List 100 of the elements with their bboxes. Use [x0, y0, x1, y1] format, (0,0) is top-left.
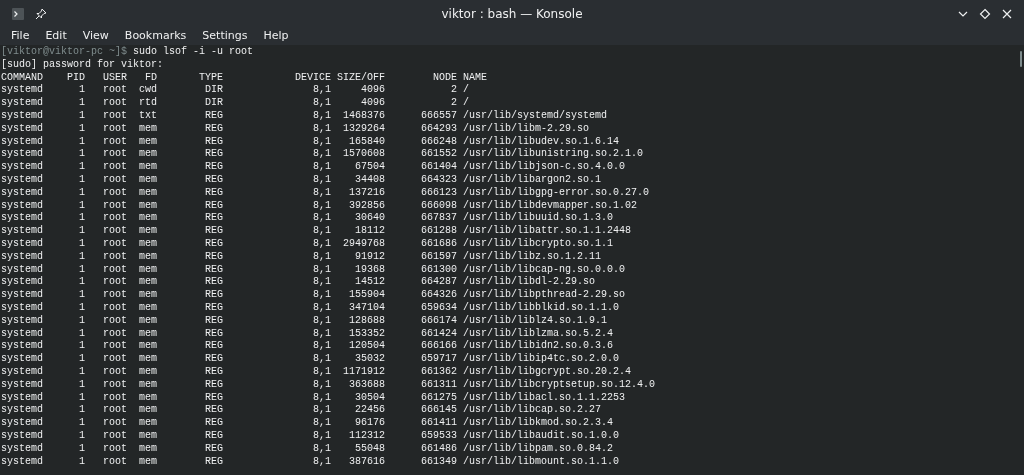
output-cell: REG — [205, 250, 223, 264]
output-cell: 1 — [79, 122, 85, 136]
output-cell: REG — [205, 225, 223, 238]
output-cell-text: systemd — [1, 391, 43, 404]
output-cell: mem — [139, 186, 157, 200]
output-cell: mem — [139, 353, 157, 366]
output-cell: 1 — [79, 212, 85, 226]
output-cell: 1 — [79, 199, 85, 213]
output-cell: 1 — [79, 289, 85, 302]
output-cell: 1 — [79, 429, 85, 443]
output-cell-text: /usr/lib/libgpg-error.so.0.27.0 — [462, 186, 650, 200]
output-cell: 1 — [79, 301, 85, 315]
output-cell: root — [103, 276, 127, 290]
output-cell: 8,1 — [313, 353, 331, 366]
output-cell: 659717 — [421, 353, 457, 366]
output-cell: 8,1 — [313, 391, 331, 405]
output-cell: 8,1 — [313, 225, 331, 238]
output-cell: mem — [139, 327, 157, 341]
output-cell: 8,1 — [313, 429, 331, 443]
output-cell: 35032 — [355, 353, 385, 366]
menu-item[interactable]: Edit — [37, 28, 75, 43]
output-cell: root — [103, 404, 127, 418]
output-cell: mem — [139, 250, 157, 264]
output-cell: systemd — [1, 429, 43, 443]
output-cell: 8,1 — [313, 314, 331, 328]
output-cell: mem — [139, 135, 157, 149]
output-cell: root — [103, 237, 127, 251]
output-cell: 8,1 — [313, 301, 331, 315]
output-cell: root — [103, 225, 127, 238]
output-cell-text: systemd — [1, 84, 43, 97]
column-header: PID — [67, 71, 85, 85]
output-cell: REG — [205, 161, 223, 174]
output-cell: 1 — [79, 417, 85, 430]
output-cell: 661288 — [421, 225, 457, 238]
output-cell: 128688 — [349, 314, 385, 328]
output-cell: 165840 — [349, 135, 385, 149]
output-cell: root — [103, 442, 127, 456]
output-cell: 8,1 — [313, 263, 331, 277]
output-cell: REG — [205, 391, 223, 405]
output-cell: mem — [139, 199, 157, 213]
output-cell: rtd — [139, 97, 157, 110]
output-cell: 1 — [79, 148, 85, 162]
column-header: COMMAND — [1, 71, 43, 84]
menu-item[interactable]: Bookmarks — [116, 28, 195, 43]
output-cell: 392856 — [349, 199, 385, 213]
output-cell: 666166 — [421, 340, 457, 354]
output-cell: root — [103, 122, 127, 136]
menu-item[interactable]: View — [74, 28, 117, 43]
output-cell: 1 — [79, 135, 85, 149]
column-header: NODE — [433, 71, 457, 85]
output-cell-text: /usr/lib/libpthread-2.29.so — [462, 289, 626, 302]
output-cell: 18112 — [355, 225, 385, 238]
output-cell: systemd — [1, 455, 43, 469]
output-cell: 8,1 — [313, 110, 331, 123]
output-cell: 30640 — [355, 212, 385, 226]
output-cell: mem — [139, 442, 157, 456]
output-cell: root — [103, 340, 127, 354]
output-cell-text: / — [462, 97, 470, 110]
menu-item[interactable]: File — [3, 28, 38, 43]
output-cell: root — [103, 186, 127, 200]
output-cell: REG — [205, 340, 223, 354]
output-cell: REG — [205, 237, 223, 251]
output-cell: systemd — [1, 353, 43, 366]
output-cell: systemd — [1, 378, 43, 392]
output-cell: 661552 — [421, 148, 457, 162]
output-cell-text: /usr/lib/libpam.so.0.84.2 — [462, 442, 614, 456]
output-cell-text: /usr/lib/libz.so.1.2.11 — [462, 250, 602, 264]
menu-item[interactable]: Settings — [194, 28, 256, 43]
output-cell: root — [103, 97, 127, 110]
output-cell: 96176 — [355, 417, 385, 430]
output-cell: 666098 — [421, 199, 457, 213]
output-cell: mem — [139, 161, 157, 174]
output-cell: 661349 — [421, 455, 457, 469]
output-cell: root — [103, 212, 127, 226]
output-cell: 1 — [79, 378, 85, 392]
output-cell-text: systemd — [1, 327, 43, 340]
output-cell: REG — [205, 365, 223, 379]
window-title: viktor : bash — Konsole — [440, 6, 584, 21]
output-cell: REG — [205, 263, 223, 277]
output-cell: 30504 — [355, 391, 385, 405]
output-cell-text: /usr/lib/libaudit.so.1.0.0 — [462, 429, 620, 443]
output-cell: 8,1 — [313, 84, 331, 98]
output-cell: 1 — [79, 173, 85, 187]
menu-item[interactable]: Help — [255, 28, 297, 43]
output-cell: root — [103, 289, 127, 302]
output-cell-text: systemd — [1, 276, 43, 289]
output-cell: mem — [139, 314, 157, 328]
output-cell: REG — [205, 199, 223, 213]
output-cell-text: systemd — [1, 263, 43, 276]
column-header: NAME — [462, 71, 488, 84]
shell-prompt: [viktor@viktor-pc ~]$ — [1, 46, 128, 59]
output-cell: 112312 — [349, 429, 385, 443]
output-cell: 387616 — [349, 455, 385, 469]
scrollbar-handle[interactable] — [1020, 51, 1022, 67]
output-cell: root — [103, 110, 127, 123]
output-cell: 8,1 — [313, 340, 331, 354]
output-cell: 1 — [79, 263, 85, 277]
output-cell: txt — [139, 110, 157, 123]
output-cell-text: /usr/lib/libcap.so.2.27 — [462, 404, 602, 417]
output-cell: 8,1 — [313, 365, 331, 379]
